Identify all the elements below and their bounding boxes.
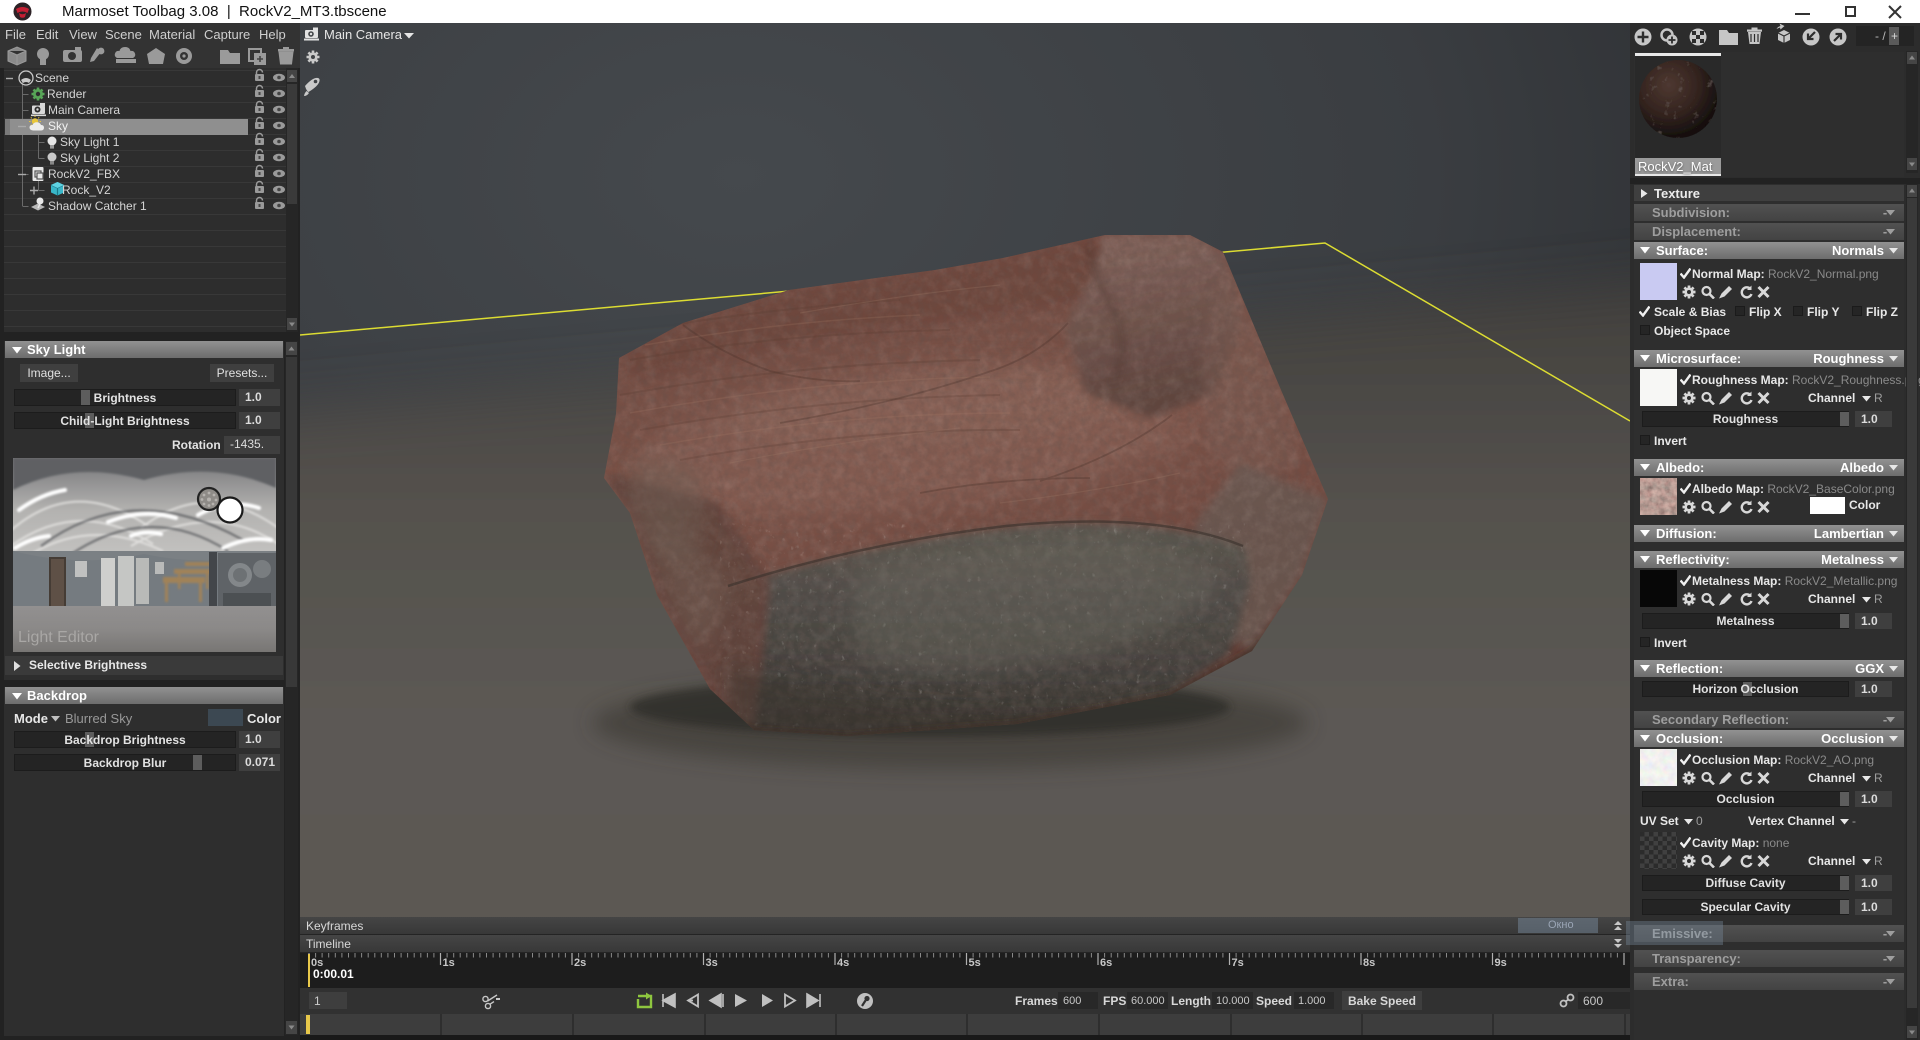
svg-text:8s: 8s: [1363, 957, 1375, 969]
svg-text:- /: - /: [1875, 29, 1886, 43]
svg-text:3s: 3s: [706, 957, 718, 969]
svg-text:Light Editor: Light Editor: [18, 629, 100, 646]
svg-text:4s: 4s: [837, 957, 849, 969]
svg-text:5s: 5s: [969, 957, 981, 969]
svg-text:2s: 2s: [574, 957, 586, 969]
svg-text:9s: 9s: [1495, 957, 1507, 969]
svg-text:7s: 7s: [1232, 957, 1244, 969]
svg-text:1s: 1s: [443, 957, 455, 969]
svg-text:+: +: [1891, 29, 1898, 43]
svg-text:6s: 6s: [1100, 957, 1112, 969]
